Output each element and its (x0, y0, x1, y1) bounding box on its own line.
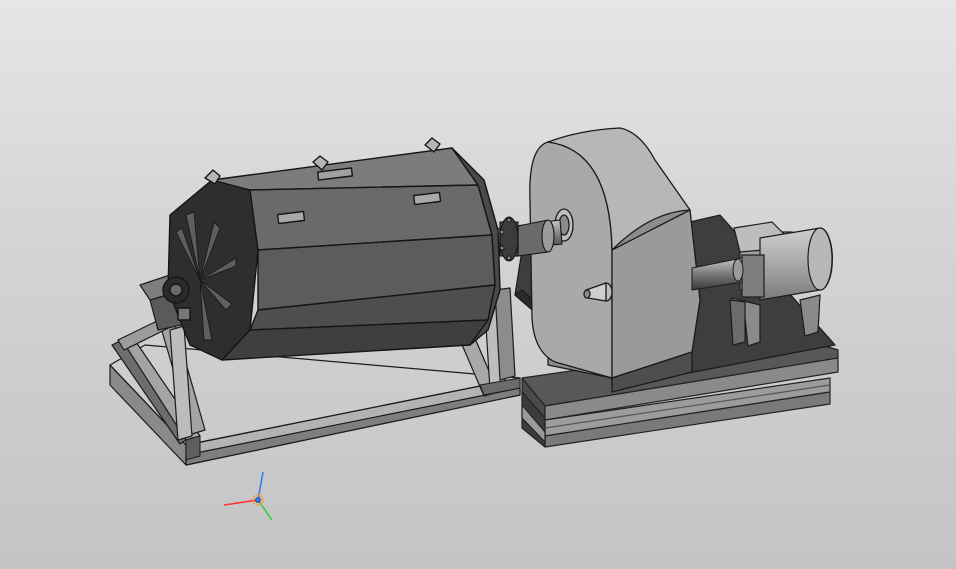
cad-3d-viewport[interactable] (0, 0, 956, 569)
ball-mill-assembly-model[interactable] (0, 0, 956, 569)
octagonal-drum (162, 137, 501, 361)
gearbox (529, 127, 701, 393)
coordinate-triad-icon (223, 471, 273, 521)
y-axis-line (257, 499, 273, 521)
